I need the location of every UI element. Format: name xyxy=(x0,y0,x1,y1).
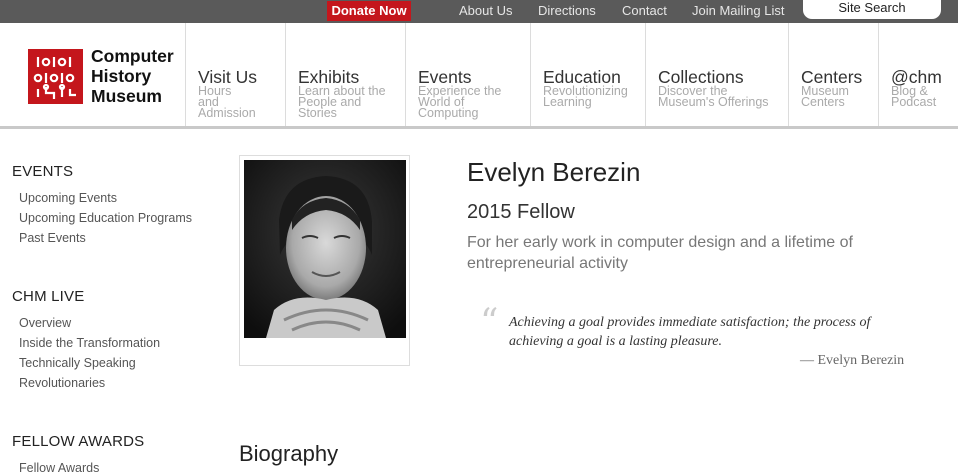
nav-education[interactable]: Education Revolutionizing Learning xyxy=(530,23,645,127)
nav-collections-subtitle: Discover the Museum's Offerings xyxy=(658,85,769,109)
utility-bar: Donate Now About Us Directions Contact J… xyxy=(0,0,958,23)
logo-wordmark: Computer History Museum xyxy=(91,46,191,106)
sidebar-heading-fellow-awards: FELLOW AWARDS xyxy=(12,433,145,450)
about-us-link[interactable]: About Us xyxy=(459,0,512,23)
logo-line-museum: Museum xyxy=(91,86,162,106)
nav-chm-social-subtitle: Blog & Podcast xyxy=(891,85,958,109)
nav-collections-sub-line: Museum's Offerings xyxy=(658,94,769,109)
fellow-portrait-photo xyxy=(244,160,406,338)
biography-heading: Biography xyxy=(239,441,339,466)
nav-chm-social-sub-line: Podcast xyxy=(891,94,937,109)
fellow-name: Evelyn Berezin xyxy=(467,157,641,187)
sidebar-link-upcoming-events[interactable]: Upcoming Events xyxy=(19,191,117,205)
nav-centers[interactable]: Centers Museum Centers xyxy=(788,23,878,127)
nav-education-subtitle: Revolutionizing Learning xyxy=(543,85,643,109)
nav-education-sub-line: Learning xyxy=(543,94,592,109)
main-header: Computer History Museum Visit Us Hours a… xyxy=(0,23,958,127)
quote-mark-icon: “ xyxy=(480,302,499,343)
sidebar-link-upcoming-education-programs[interactable]: Upcoming Education Programs xyxy=(19,211,192,225)
quote-attribution: — Evelyn Berezin xyxy=(800,353,905,368)
nav-exhibits[interactable]: Exhibits Learn about the People and Stor… xyxy=(285,23,405,127)
donate-now-button[interactable]: Donate Now xyxy=(327,1,411,21)
nav-events[interactable]: Events Experience the World of Computing xyxy=(405,23,530,127)
sidebar-link-technically-speaking[interactable]: Technically Speaking xyxy=(19,356,136,370)
sidebar-heading-chm-live: CHM LIVE xyxy=(12,288,85,305)
sidebar-heading-events: EVENTS xyxy=(12,163,74,180)
sidebar-link-past-events[interactable]: Past Events xyxy=(19,231,86,245)
logo-line-history: History xyxy=(91,66,152,86)
sidebar-link-revolutionaries[interactable]: Revolutionaries xyxy=(19,376,105,390)
sidebar-link-overview[interactable]: Overview xyxy=(19,316,71,330)
logo-line-computer: Computer xyxy=(91,46,174,66)
site-search-input[interactable]: Site Search xyxy=(803,0,941,19)
chm-circuit-logo-icon xyxy=(28,49,83,104)
sidebar-link-inside-the-transformation[interactable]: Inside the Transformation xyxy=(19,336,160,350)
portrait-card xyxy=(239,155,410,366)
fellow-citation: For her early work in computer design an… xyxy=(467,234,853,272)
nav-visit-us-sub-line: Admission xyxy=(198,105,256,120)
nav-chm-social[interactable]: @chm Blog & Podcast xyxy=(878,23,958,127)
nav-collections[interactable]: Collections Discover the Museum's Offeri… xyxy=(645,23,788,127)
join-mailing-list-link[interactable]: Join Mailing List xyxy=(692,0,785,23)
nav-exhibits-sub-line: Stories xyxy=(298,105,337,120)
directions-link[interactable]: Directions xyxy=(538,0,596,23)
nav-visit-us-subtitle: Hours and Admission xyxy=(198,85,298,120)
header-divider xyxy=(0,126,958,129)
nav-events-sub-line: Computing xyxy=(418,105,479,120)
contact-link[interactable]: Contact xyxy=(622,0,667,23)
fellow-quote: Achieving a goal provides immediate sati… xyxy=(509,315,871,349)
sidebar-link-fellow-awards[interactable]: Fellow Awards xyxy=(19,461,99,475)
nav-events-subtitle: Experience the World of Computing xyxy=(418,85,518,120)
nav-exhibits-subtitle: Learn about the People and Stories xyxy=(298,85,398,120)
nav-visit-us[interactable]: Visit Us Hours and Admission xyxy=(185,23,285,127)
fellow-year: 2015 Fellow xyxy=(467,201,575,223)
